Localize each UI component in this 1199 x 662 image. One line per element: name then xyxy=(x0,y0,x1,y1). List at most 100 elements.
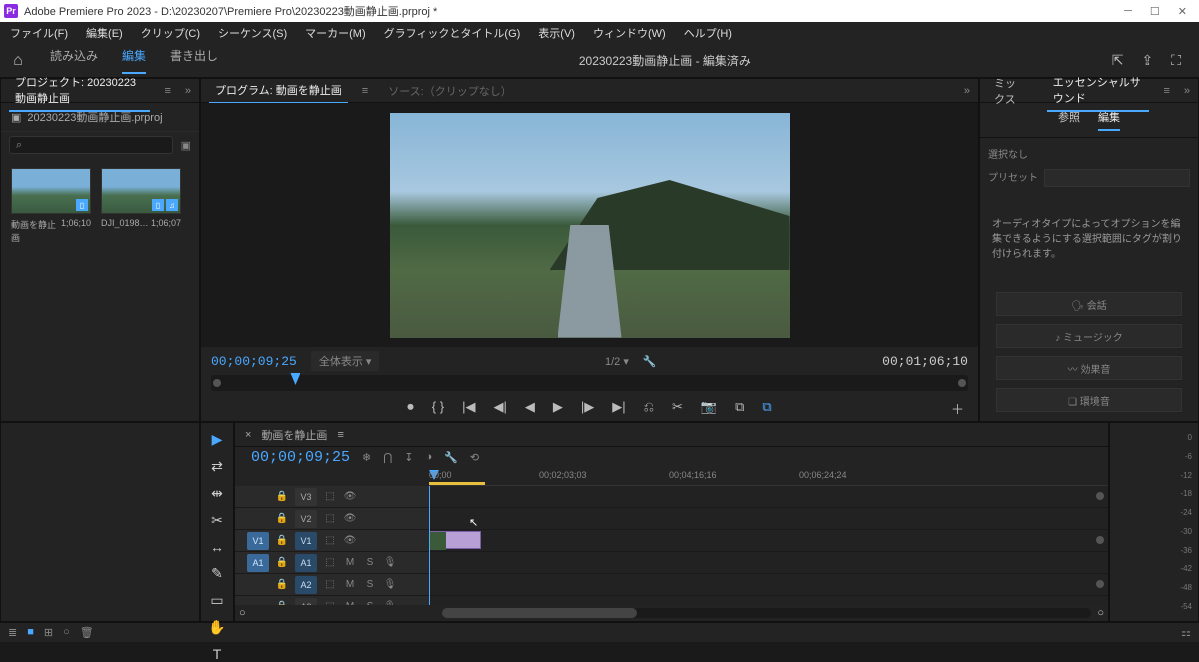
track-height-icon[interactable]: ○ xyxy=(239,607,246,619)
keyframe-dot[interactable] xyxy=(1096,580,1104,588)
sfx-button[interactable]: 〰 効果音 xyxy=(996,356,1182,380)
snap-icon[interactable]: ❄ xyxy=(362,451,371,464)
toggle-output-icon[interactable]: ⬚ xyxy=(323,513,337,524)
time-ruler[interactable]: 00;00 00;02;03;03 00;04;16;16 00;06;24;2… xyxy=(429,470,1108,486)
solo-button[interactable]: S xyxy=(363,557,377,568)
lock-icon[interactable]: 🔒 xyxy=(275,491,289,502)
lock-icon[interactable]: 🔒 xyxy=(275,579,289,590)
ambience-button[interactable]: ❏ 環境音 xyxy=(996,388,1182,412)
panel-menu-icon[interactable]: ≡ xyxy=(164,85,170,97)
ripple-tool[interactable]: ⇹ xyxy=(211,485,223,502)
export-frame-button[interactable]: 📷 xyxy=(701,399,717,415)
project-item[interactable]: ▯ 動画を静止画1;06;10 xyxy=(11,168,91,244)
mix-tab[interactable]: ミックス xyxy=(988,71,1033,111)
wrench-icon[interactable]: 🔧 xyxy=(444,451,458,464)
timeline-timecode[interactable]: 00;00;09;25 xyxy=(251,449,350,466)
playhead-line[interactable] xyxy=(429,486,430,605)
panel-menu-icon[interactable]: ⚏ xyxy=(1181,626,1191,639)
zoom-slider-icon[interactable]: ○ xyxy=(63,626,70,639)
track-target-a2[interactable]: A2 xyxy=(295,576,317,594)
program-tab[interactable]: プログラム: 動画を静止画 xyxy=(209,78,348,104)
lock-icon[interactable]: 🔒 xyxy=(275,557,289,568)
close-sequence-icon[interactable]: × xyxy=(245,429,251,441)
solo-button[interactable]: S xyxy=(363,601,377,605)
lift-button[interactable]: ⎌ xyxy=(644,399,654,415)
step-back-button[interactable]: ◀| xyxy=(493,399,506,415)
track-target-a1[interactable]: A1 xyxy=(295,554,317,572)
work-area-bar[interactable] xyxy=(429,482,485,485)
track-height-icon[interactable]: ○ xyxy=(1097,607,1104,619)
menu-graphics[interactable]: グラフィックとタイトル(G) xyxy=(380,23,525,43)
button-editor-icon[interactable]: ＋ xyxy=(951,399,964,418)
toggle-output-icon[interactable]: ⬚ xyxy=(323,535,337,546)
marker-button[interactable]: ⏺ xyxy=(407,399,414,415)
marker-icon[interactable]: ↧ xyxy=(404,451,413,464)
program-viewer[interactable] xyxy=(201,103,978,347)
dialogue-button[interactable]: 🗣 会話 xyxy=(996,292,1182,316)
playhead-icon[interactable] xyxy=(290,373,300,385)
eye-icon[interactable]: 👁 xyxy=(343,535,357,546)
type-tool[interactable]: T xyxy=(213,646,222,662)
go-to-out-button[interactable]: ▶| xyxy=(612,399,625,415)
linked-selection-icon[interactable]: ⋂ xyxy=(383,451,392,464)
video-clip[interactable] xyxy=(429,531,481,549)
mute-button[interactable]: M xyxy=(343,579,357,590)
track-select-tool[interactable]: ⇄ xyxy=(211,458,223,475)
step-forward-button[interactable]: |▶ xyxy=(581,399,594,415)
keyframe-dot[interactable] xyxy=(1096,492,1104,500)
eye-icon[interactable]: 👁 xyxy=(343,491,357,502)
in-point-handle[interactable] xyxy=(213,379,221,387)
menu-marker[interactable]: マーカー(M) xyxy=(301,23,370,43)
lock-icon[interactable]: 🔒 xyxy=(275,601,289,605)
in-out-button[interactable]: { } xyxy=(432,399,444,415)
go-to-in-button[interactable]: |◀ xyxy=(462,399,475,415)
track-target-v1[interactable]: V1 xyxy=(295,532,317,550)
toggle-output-icon[interactable]: ⬚ xyxy=(323,491,337,502)
menu-edit[interactable]: 編集(E) xyxy=(82,23,127,43)
source-patch-v1[interactable]: V1 xyxy=(247,532,269,550)
toggle-output-icon[interactable]: ⬚ xyxy=(323,601,337,605)
list-view-icon[interactable]: ≣ xyxy=(8,626,17,639)
tracks-area[interactable]: ↖ 🔒 V3 ⬚ 👁 🔒 xyxy=(235,486,1108,605)
new-bin-icon[interactable]: ▣ xyxy=(181,139,191,152)
track-target-a3[interactable]: A3 xyxy=(295,598,317,606)
zoom-dropdown[interactable]: 1/2 ▾ xyxy=(605,355,629,368)
quick-export-icon[interactable]: ⇱ xyxy=(1112,52,1124,69)
close-button[interactable]: ✕ xyxy=(1178,5,1187,18)
extract-button[interactable]: ✂ xyxy=(672,399,683,415)
source-tab[interactable]: ソース:（クリップなし） xyxy=(382,79,518,103)
out-point-handle[interactable] xyxy=(958,379,966,387)
fit-dropdown[interactable]: 全体表示 ▾ xyxy=(311,351,380,371)
captions-icon[interactable]: ⟲ xyxy=(470,451,479,464)
lock-icon[interactable]: 🔒 xyxy=(275,535,289,546)
play-backward-button[interactable]: ◀ xyxy=(525,399,535,415)
toggle-output-icon[interactable]: ⬚ xyxy=(323,579,337,590)
fullscreen-icon[interactable]: ⛶ xyxy=(1171,52,1181,69)
toggle-output-icon[interactable]: ⬚ xyxy=(323,557,337,568)
rectangle-tool[interactable]: ▭ xyxy=(210,592,223,609)
settings-icon[interactable]: ◑ xyxy=(426,451,433,464)
share-icon[interactable]: ⇪ xyxy=(1141,52,1153,69)
settings-icon[interactable]: 🔧 xyxy=(643,355,657,368)
track-target-v3[interactable]: V3 xyxy=(295,488,317,506)
razor-tool[interactable]: ✂ xyxy=(211,512,223,529)
mute-button[interactable]: M xyxy=(343,557,357,568)
trash-icon[interactable]: 🗑 xyxy=(80,626,94,639)
source-patch-a1[interactable]: A1 xyxy=(247,554,269,572)
panel-more-icon[interactable]: » xyxy=(964,85,970,97)
eye-icon[interactable]: 👁 xyxy=(343,513,357,524)
menu-window[interactable]: ウィンドウ(W) xyxy=(589,23,670,43)
comparison-button-2[interactable]: ⧉ xyxy=(762,399,771,415)
project-item[interactable]: ▯♫ DJI_0198…1;06;07 xyxy=(101,168,181,244)
panel-more-icon[interactable]: » xyxy=(185,85,191,97)
menu-sequence[interactable]: シーケンス(S) xyxy=(214,23,291,43)
panel-menu-icon[interactable]: ≡ xyxy=(1163,85,1169,97)
program-scrubber[interactable] xyxy=(211,375,968,391)
menu-view[interactable]: 表示(V) xyxy=(534,23,579,43)
menu-clip[interactable]: クリップ(C) xyxy=(137,23,204,43)
mic-icon[interactable]: 🎙 xyxy=(383,601,397,605)
mic-icon[interactable]: 🎙 xyxy=(383,557,397,568)
mute-button[interactable]: M xyxy=(343,601,357,605)
music-button[interactable]: ♪ ミュージック xyxy=(996,324,1182,348)
hand-tool[interactable]: ✋ xyxy=(208,619,225,636)
